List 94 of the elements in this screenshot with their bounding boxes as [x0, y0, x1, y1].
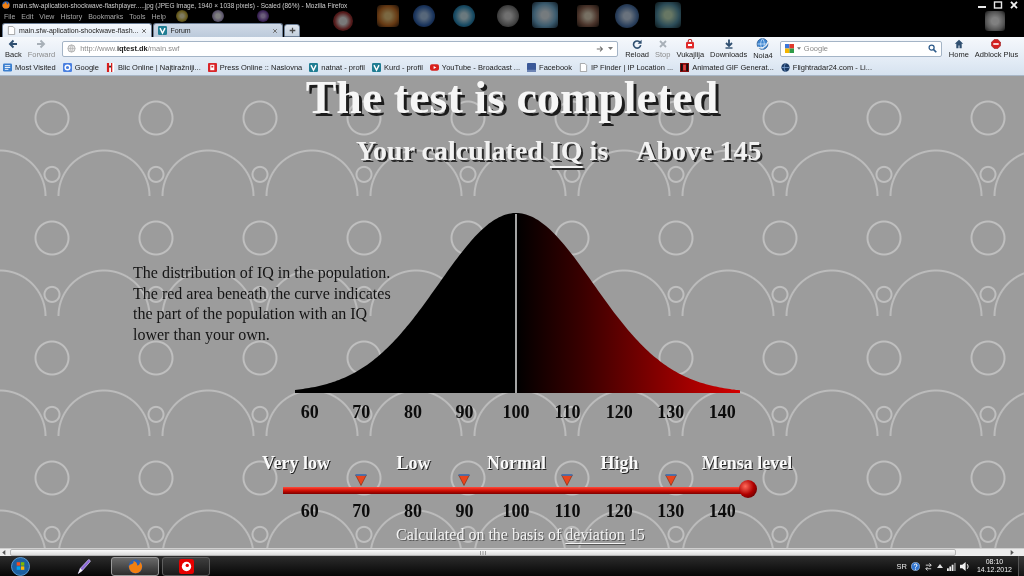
axis-label: 90 [454, 401, 475, 423]
scale-label: 140 [707, 500, 737, 522]
download-icon [723, 38, 734, 49]
circle-tile-icon [178, 558, 194, 574]
desktop-icon[interactable] [615, 4, 639, 28]
scrollbar-thumb[interactable] [10, 549, 956, 556]
plus-icon [288, 27, 296, 34]
axis-label: 80 [402, 401, 423, 423]
desktop-icon[interactable] [453, 5, 475, 27]
axis-label: 100 [501, 401, 531, 423]
triangle-marker-icon [457, 474, 470, 486]
help-icon [910, 561, 920, 571]
category-label: High [599, 452, 640, 474]
axis-label: 120 [604, 401, 634, 423]
footnote-text: Calculated on the basis of deviation 15 [395, 525, 646, 545]
scale-label: 120 [604, 500, 634, 522]
close-icon [1009, 1, 1019, 9]
scale-label: 130 [656, 500, 686, 522]
play-icon [429, 63, 439, 72]
globe-icon [780, 63, 790, 72]
grip-icon [480, 550, 486, 555]
swirl-globe-icon [127, 558, 143, 574]
scale-label: 90 [454, 500, 475, 522]
axis-label: 60 [299, 401, 320, 423]
film-tile-icon [680, 63, 690, 72]
axis-label: 130 [656, 401, 686, 423]
category-label: Normal [486, 452, 547, 474]
scale-label: 80 [402, 500, 423, 522]
scale-label: 100 [501, 500, 531, 522]
category-label: Very low [261, 452, 331, 474]
taskbar-button[interactable] [162, 556, 210, 576]
desktop-icon[interactable] [413, 5, 435, 27]
triangle-marker-icon [354, 474, 367, 486]
stop-sign-icon [991, 38, 1002, 49]
desktop-icon[interactable] [377, 5, 399, 27]
search-icon [927, 44, 937, 53]
padlock-icon [685, 38, 696, 49]
axis-label: 140 [707, 401, 737, 423]
chevron-tile-icon [372, 63, 382, 72]
scale-label: 110 [553, 500, 582, 522]
globe-icon [67, 44, 77, 53]
axis-label: 70 [351, 401, 372, 423]
result-text: Your calculated IQ is [356, 135, 609, 167]
reload-icon [632, 38, 643, 49]
blank-page-icon [7, 26, 16, 35]
swirl-globe-icon [2, 1, 10, 9]
tile-grid-icon [784, 44, 794, 53]
blank-page-icon [579, 63, 588, 72]
volume-icon [959, 561, 969, 571]
square-logo-icon [527, 63, 537, 72]
caret-icon [796, 47, 801, 50]
desktop-icon[interactable] [655, 2, 681, 28]
right-arrow-icon [1009, 549, 1015, 556]
show-desktop-button[interactable] [1018, 556, 1024, 576]
scale-label: 60 [299, 500, 320, 522]
desktop-icon[interactable] [985, 11, 1005, 31]
close-icon [272, 27, 279, 34]
caret-icon [936, 564, 943, 568]
close-icon [141, 27, 148, 34]
left-arrow-icon [1, 549, 7, 556]
chevron-tile-icon [158, 26, 168, 35]
axis-label: 110 [553, 401, 582, 423]
arrows-icon [923, 561, 933, 571]
pen-icon [76, 558, 92, 574]
striped-tile-icon [105, 63, 115, 72]
triangle-marker-icon [561, 474, 574, 486]
desktop-icon[interactable] [212, 10, 224, 22]
back-arrow-icon [8, 38, 19, 49]
desktop-icon[interactable] [577, 5, 599, 27]
signal-icon [946, 561, 956, 571]
desktop-icon[interactable] [333, 11, 353, 31]
globe-icon [756, 37, 770, 50]
desktop-icon[interactable] [497, 5, 519, 27]
chevron-tile-icon [309, 63, 319, 72]
description-text: The distribution of IQ in the population. The red area beneath the curve indicates the part of the population with an IQ lower than your own. [133, 263, 392, 346]
desktop-icon[interactable] [176, 10, 188, 22]
iq-result-value: Above 145 [636, 135, 762, 167]
bookmark-list-icon [3, 63, 12, 72]
maximize-icon [993, 1, 1003, 9]
category-label: Mensa level [700, 452, 794, 474]
frame-tile-icon [207, 63, 217, 72]
go-arrow-icon [596, 44, 605, 53]
new-tab-button[interactable] [284, 24, 301, 37]
category-label: Low [395, 452, 432, 474]
scale-label: 70 [351, 500, 372, 522]
triangle-marker-icon [664, 474, 677, 486]
forward-arrow-icon [36, 38, 47, 49]
home-icon [953, 38, 964, 49]
caret-icon [608, 47, 614, 50]
desktop-icon[interactable] [257, 10, 269, 22]
ring-tile-icon [62, 63, 72, 72]
stop-icon [657, 38, 668, 49]
desktop-icon[interactable] [532, 2, 558, 28]
start-orb-icon [11, 556, 30, 576]
